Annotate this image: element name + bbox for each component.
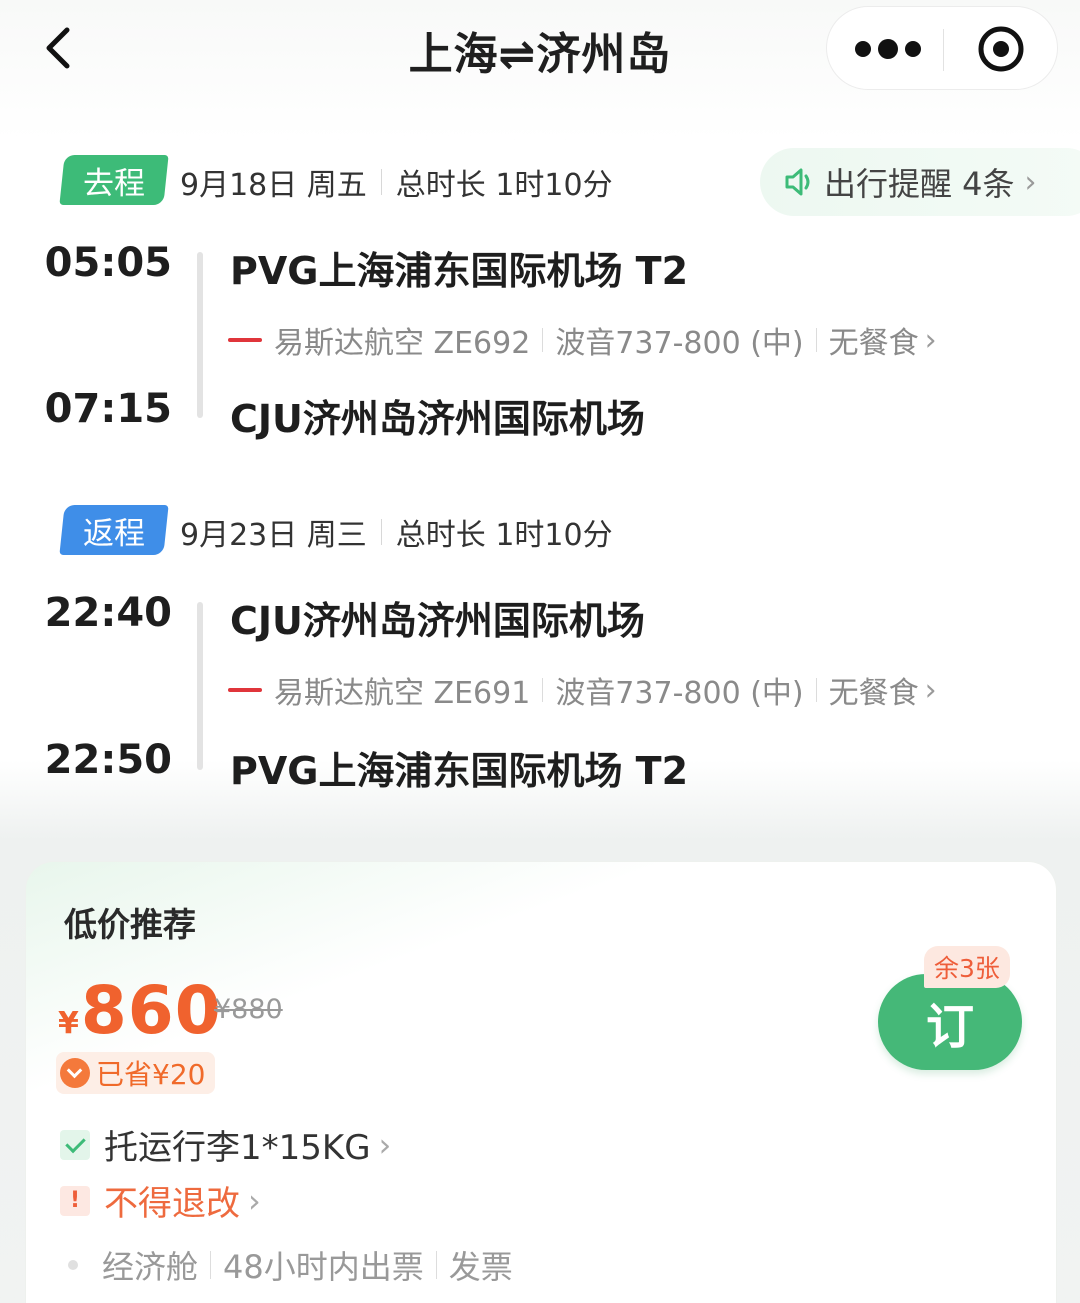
outbound-flight-info[interactable]: 易斯达航空 ZE692 波音737-800 (中) 无餐食 › — [228, 318, 937, 362]
chevron-right-icon: › — [924, 672, 937, 708]
return-tag: 返程 — [59, 505, 169, 555]
more-dots-icon[interactable] — [855, 31, 921, 67]
outbound-tag: 去程 — [59, 155, 169, 205]
return-summary: 9月23日 周三 总时长 1时10分 — [180, 510, 613, 554]
outbound-date: 9月18日 周五 — [180, 168, 367, 203]
return-depart-airport: CJU济州岛济州国际机场 — [230, 599, 645, 643]
outbound-depart-time: 05:05 — [44, 240, 172, 286]
outbound-aircraft: 波音737-800 (中) — [555, 326, 804, 361]
return-flight-info[interactable]: 易斯达航空 ZE691 波音737-800 (中) 无餐食 › — [228, 668, 937, 712]
return-duration: 总时长 1时10分 — [395, 518, 613, 553]
return-depart-time: 22:40 — [44, 590, 172, 636]
mini-program-capsule — [826, 6, 1058, 90]
airline-logo-icon — [228, 688, 262, 692]
original-price: ¥880 — [214, 994, 283, 1025]
offer-title: 低价推荐 — [64, 905, 196, 944]
price-currency: ¥ — [58, 1006, 79, 1041]
return-aircraft: 波音737-800 (中) — [555, 676, 804, 711]
warning-icon: ! — [60, 1185, 90, 1216]
outbound-airline-flight: 易斯达航空 ZE692 — [274, 326, 531, 361]
return-arrive-airport: PVG上海浦东国际机场 T2 — [230, 749, 689, 793]
remaining-tickets-badge: 余3张 — [924, 946, 1010, 988]
offer-price: ¥ 860 — [58, 972, 222, 1049]
saved-badge: 已省¥20 — [56, 1052, 216, 1094]
capsule-divider — [943, 29, 944, 71]
return-meal: 无餐食 — [828, 676, 919, 711]
cabin-class: 经济舱 — [102, 1248, 199, 1286]
chevron-right-icon: › — [378, 1125, 392, 1164]
return-timeline — [197, 602, 203, 770]
return-date: 9月23日 周三 — [180, 518, 367, 553]
return-arrive-time: 22:50 — [44, 737, 172, 783]
saved-amount: 已省¥20 — [96, 1058, 206, 1091]
outbound-arrive-airport: CJU济州岛济州国际机场 — [230, 397, 645, 441]
outbound-timeline — [197, 252, 203, 418]
check-icon — [60, 1129, 90, 1160]
return-airline-flight: 易斯达航空 ZE691 — [274, 676, 531, 711]
refund-policy-row[interactable]: ! 不得退改 › — [60, 1176, 261, 1225]
invoice-label: 发票 — [448, 1248, 513, 1286]
speaker-icon — [785, 168, 810, 196]
baggage-label: 托运行李1*15KG — [104, 1128, 371, 1168]
outbound-arrive-time: 07:15 — [44, 386, 172, 432]
outbound-depart-airport: PVG上海浦东国际机场 T2 — [230, 249, 689, 293]
down-arrow-icon — [60, 1058, 90, 1088]
bullet-icon — [68, 1260, 78, 1270]
cabin-info-row: 经济舱 48小时内出票 发票 — [58, 1242, 513, 1288]
airline-logo-icon — [228, 338, 262, 342]
outbound-summary: 9月18日 周五 总时长 1时10分 — [180, 160, 613, 204]
outbound-duration: 总时长 1时10分 — [395, 168, 613, 203]
ticket-issue-time: 48小时内出票 — [223, 1248, 424, 1286]
reminder-label: 出行提醒 4条 — [824, 165, 1015, 203]
travel-reminder-button[interactable]: 出行提醒 4条 › — [760, 148, 1080, 216]
chevron-right-icon: › — [924, 322, 937, 358]
baggage-row[interactable]: 托运行李1*15KG › — [60, 1120, 391, 1169]
refund-label: 不得退改 — [104, 1184, 240, 1224]
price-value: 860 — [80, 972, 222, 1049]
chevron-right-icon: › — [1024, 164, 1037, 200]
target-circle-icon[interactable] — [977, 25, 1025, 73]
outbound-meal: 无餐食 — [828, 326, 919, 361]
book-button[interactable]: 订 — [878, 974, 1022, 1070]
chevron-right-icon: › — [248, 1181, 261, 1220]
